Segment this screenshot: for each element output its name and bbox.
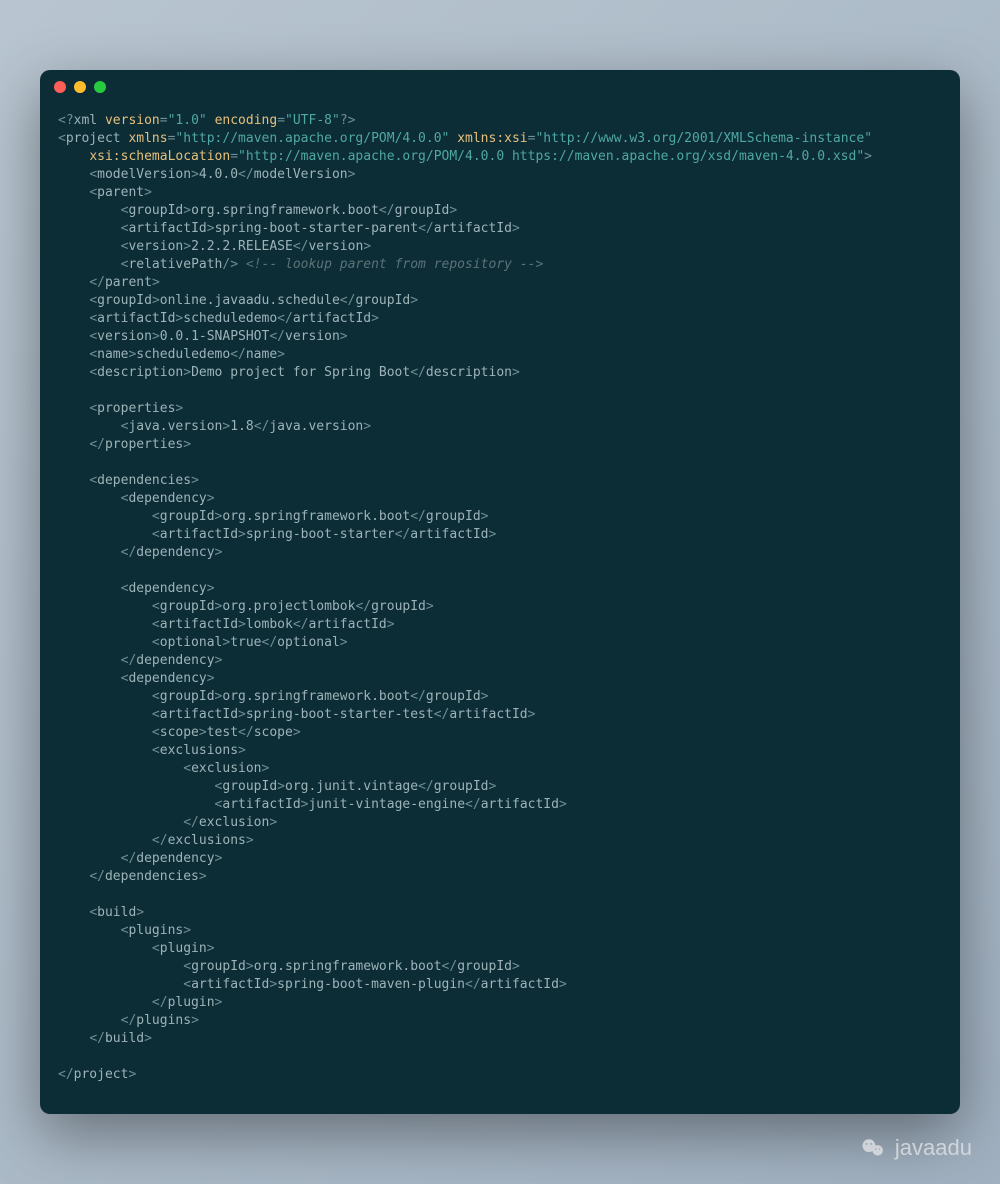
plugin0-group-id: org.springframework.boot: [254, 959, 442, 974]
dep2-group-id: org.springframework.boot: [222, 689, 410, 704]
artifact-id: scheduledemo: [183, 311, 277, 326]
dep1-artifact-id: lombok: [246, 617, 293, 632]
dep2-scope: test: [207, 725, 238, 740]
wechat-icon: [859, 1134, 887, 1162]
watermark-text: javaadu: [895, 1135, 972, 1161]
minimize-icon[interactable]: [74, 81, 86, 93]
java-version: 1.8: [230, 419, 253, 434]
plugin0-artifact-id: spring-boot-maven-plugin: [277, 977, 465, 992]
dep0-group-id: org.springframework.boot: [222, 509, 410, 524]
attr-xmlns-xsi: http://www.w3.org/2001/XMLSchema-instanc…: [543, 131, 864, 146]
code-content[interactable]: <?xml version="1.0" encoding="UTF-8"?> <…: [40, 104, 960, 1114]
attr-schema-location: http://maven.apache.org/POM/4.0.0 https:…: [246, 149, 856, 164]
attr-xmlns: http://maven.apache.org/POM/4.0.0: [183, 131, 441, 146]
description: Demo project for Spring Boot: [191, 365, 410, 380]
group-id: online.javaadu.schedule: [160, 293, 340, 308]
window-titlebar: [40, 70, 960, 104]
relative-path-comment: <!-- lookup parent from repository -->: [246, 257, 543, 272]
watermark: javaadu: [859, 1134, 972, 1162]
parent-version: 2.2.2.RELEASE: [191, 239, 293, 254]
version: 0.0.1-SNAPSHOT: [160, 329, 270, 344]
excl0-artifact-id: junit-vintage-engine: [308, 797, 465, 812]
excl0-group-id: org.junit.vintage: [285, 779, 418, 794]
code-window: <?xml version="1.0" encoding="UTF-8"?> <…: [40, 70, 960, 1114]
project-name: scheduledemo: [136, 347, 230, 362]
dep1-optional: true: [230, 635, 261, 650]
dep2-artifact-id: spring-boot-starter-test: [246, 707, 434, 722]
maximize-icon[interactable]: [94, 81, 106, 93]
parent-artifact-id: spring-boot-starter-parent: [215, 221, 419, 236]
model-version: 4.0.0: [199, 167, 238, 182]
close-icon[interactable]: [54, 81, 66, 93]
dep0-artifact-id: spring-boot-starter: [246, 527, 395, 542]
dep1-group-id: org.projectlombok: [222, 599, 355, 614]
parent-group-id: org.springframework.boot: [191, 203, 379, 218]
